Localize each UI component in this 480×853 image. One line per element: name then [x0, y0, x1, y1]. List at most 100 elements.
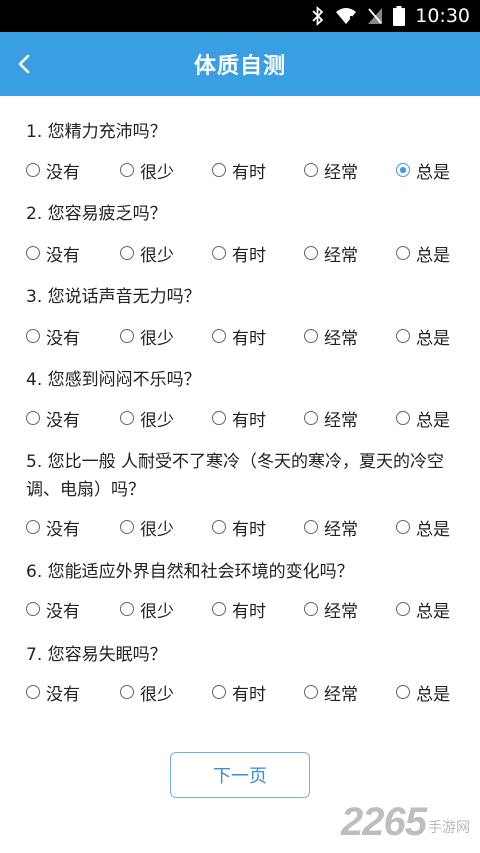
option-radio[interactable]: 总是 — [396, 158, 450, 183]
option-label: 总是 — [416, 684, 450, 705]
radio-unchecked-icon — [212, 602, 226, 616]
option-radio[interactable]: 没有 — [26, 515, 80, 540]
option-label: 没有 — [46, 245, 80, 266]
option-radio[interactable]: 经常 — [304, 597, 358, 622]
option-radio[interactable]: 有时 — [212, 597, 266, 622]
question-7: 7. 您容易失眠吗？ — [26, 641, 466, 669]
option-radio[interactable]: 经常 — [304, 241, 358, 266]
option-label: 没有 — [46, 162, 80, 183]
question-3: 3. 您说话声音无力吗？ — [26, 283, 466, 311]
option-radio[interactable]: 经常 — [304, 515, 358, 540]
option-label: 有时 — [232, 328, 266, 349]
question-text: 4. 您感到闷闷不乐吗？ — [26, 370, 201, 390]
option-label: 很少 — [140, 601, 174, 622]
radio-unchecked-icon — [212, 520, 226, 534]
option-radio[interactable]: 没有 — [26, 406, 80, 431]
options-row-3: 没有 很少 有时 经常 总是 — [0, 324, 460, 349]
question-text: 1. 您精力充沛吗？ — [26, 122, 167, 142]
option-radio[interactable]: 很少 — [120, 158, 174, 183]
option-radio[interactable]: 经常 — [304, 324, 358, 349]
option-radio[interactable]: 有时 — [212, 680, 266, 705]
option-radio[interactable]: 很少 — [120, 241, 174, 266]
radio-unchecked-icon — [212, 411, 226, 425]
next-page-button[interactable]: 下一页 — [170, 752, 310, 798]
radio-unchecked-icon — [26, 520, 40, 534]
radio-checked-icon — [396, 163, 410, 177]
option-radio[interactable]: 经常 — [304, 406, 358, 431]
option-label: 总是 — [416, 245, 450, 266]
radio-unchecked-icon — [120, 163, 134, 177]
options-row-1: 没有 很少 有时 经常 总是 — [0, 158, 460, 183]
radio-unchecked-icon — [26, 163, 40, 177]
options-row-6: 没有 很少 有时 经常 总是 — [0, 597, 460, 622]
option-radio[interactable]: 有时 — [212, 515, 266, 540]
option-label: 经常 — [324, 410, 358, 431]
option-radio[interactable]: 总是 — [396, 324, 450, 349]
status-time: 10:30 — [415, 5, 470, 27]
question-text: 2. 您容易疲乏吗？ — [26, 204, 167, 224]
option-label: 经常 — [324, 601, 358, 622]
question-5: 5. 您比一般 人耐受不了寒冷（冬天的寒冷，夏天的冷空调、电扇）吗？ — [26, 448, 466, 504]
options-row-2: 没有 很少 有时 经常 总是 — [0, 241, 460, 266]
option-radio[interactable]: 有时 — [212, 241, 266, 266]
option-radio[interactable]: 很少 — [120, 597, 174, 622]
option-radio[interactable]: 总是 — [396, 241, 450, 266]
option-radio[interactable]: 很少 — [120, 515, 174, 540]
option-label: 很少 — [140, 245, 174, 266]
option-label: 很少 — [140, 519, 174, 540]
option-radio[interactable]: 总是 — [396, 597, 450, 622]
radio-unchecked-icon — [396, 602, 410, 616]
radio-unchecked-icon — [212, 685, 226, 699]
radio-unchecked-icon — [26, 246, 40, 260]
radio-unchecked-icon — [120, 685, 134, 699]
option-radio[interactable]: 没有 — [26, 241, 80, 266]
radio-unchecked-icon — [304, 685, 318, 699]
option-radio[interactable]: 很少 — [120, 680, 174, 705]
radio-unchecked-icon — [120, 602, 134, 616]
option-radio[interactable]: 总是 — [396, 680, 450, 705]
back-button[interactable] — [4, 44, 44, 84]
radio-unchecked-icon — [304, 602, 318, 616]
wifi-icon — [335, 7, 357, 25]
option-radio[interactable]: 很少 — [120, 406, 174, 431]
option-radio[interactable]: 很少 — [120, 324, 174, 349]
watermark: 2265 手游网 — [341, 800, 470, 845]
watermark-number: 2265 — [341, 800, 427, 844]
radio-unchecked-icon — [26, 685, 40, 699]
option-radio[interactable]: 经常 — [304, 680, 358, 705]
option-label: 经常 — [324, 328, 358, 349]
option-radio[interactable]: 有时 — [212, 158, 266, 183]
option-label: 没有 — [46, 601, 80, 622]
option-radio[interactable]: 总是 — [396, 515, 450, 540]
option-label: 总是 — [416, 601, 450, 622]
option-radio[interactable]: 总是 — [396, 406, 450, 431]
question-text: 7. 您容易失眠吗？ — [26, 645, 167, 665]
option-radio[interactable]: 经常 — [304, 158, 358, 183]
radio-unchecked-icon — [396, 411, 410, 425]
radio-unchecked-icon — [212, 329, 226, 343]
option-label: 有时 — [232, 519, 266, 540]
options-row-4: 没有 很少 有时 经常 总是 — [0, 406, 460, 431]
question-6: 6. 您能适应外界自然和社会环境的变化吗？ — [26, 558, 466, 586]
option-radio[interactable]: 有时 — [212, 324, 266, 349]
option-radio[interactable]: 没有 — [26, 158, 80, 183]
radio-unchecked-icon — [120, 329, 134, 343]
radio-unchecked-icon — [120, 411, 134, 425]
option-label: 没有 — [46, 519, 80, 540]
option-radio[interactable]: 没有 — [26, 597, 80, 622]
option-radio[interactable]: 有时 — [212, 406, 266, 431]
bluetooth-icon — [311, 6, 325, 26]
option-label: 有时 — [232, 601, 266, 622]
page-title: 体质自测 — [193, 54, 286, 79]
option-label: 总是 — [416, 519, 450, 540]
status-bar: 10:30 — [0, 0, 480, 32]
option-radio[interactable]: 没有 — [26, 680, 80, 705]
option-radio[interactable]: 没有 — [26, 324, 80, 349]
radio-unchecked-icon — [304, 246, 318, 260]
option-label: 有时 — [232, 162, 266, 183]
option-label: 没有 — [46, 410, 80, 431]
radio-unchecked-icon — [396, 685, 410, 699]
option-label: 经常 — [324, 245, 358, 266]
option-label: 有时 — [232, 410, 266, 431]
radio-unchecked-icon — [304, 411, 318, 425]
